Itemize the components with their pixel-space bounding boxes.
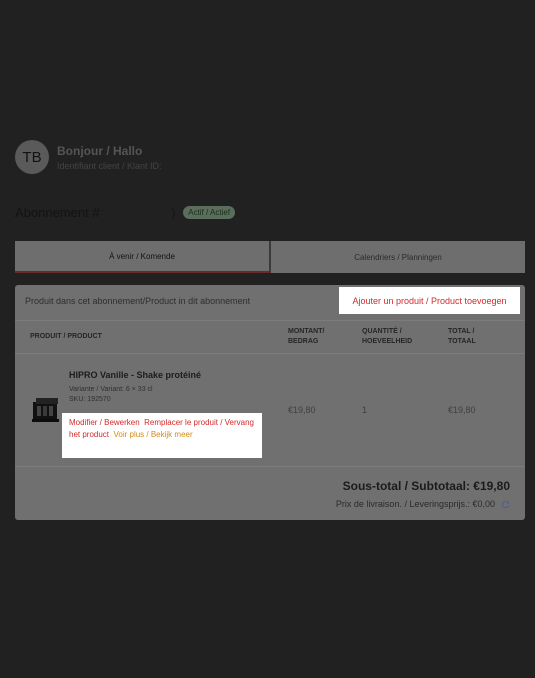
product-sku: SKU: 192570 <box>69 396 111 403</box>
subscription-number-paren: ) <box>171 206 176 219</box>
greeting-block: Bonjour / Hallo Identifiant client / Kla… <box>57 144 162 171</box>
product-name[interactable]: HIPRO Vanille - Shake protéiné <box>69 370 201 380</box>
tab-schedules[interactable]: Calendriers / Planningen <box>271 241 525 273</box>
tabs: À venir / Komende Calendriers / Planning… <box>15 241 525 273</box>
column-header-product: PRODUIT / PRODUCT <box>30 333 102 340</box>
tab-upcoming[interactable]: À venir / Komende <box>15 241 271 273</box>
divider <box>15 320 525 321</box>
column-header-amount: MONTANT/ BEDRAG <box>288 328 325 345</box>
user-header: TB Bonjour / Hallo Identifiant client / … <box>15 140 162 174</box>
see-more-link[interactable]: Voir plus / Bekijk meer <box>113 430 192 439</box>
subscription-card: Produit dans cet abonnement/Product in d… <box>15 285 525 520</box>
product-box-icon <box>32 398 59 422</box>
product-actions: Modifier / Bewerken Remplacer le produit… <box>62 413 262 458</box>
add-product-button[interactable]: Ajouter un produit / Product toevoegen <box>339 287 520 314</box>
delivery-price: Prix de livraison. / Leveringsprijs.: €0… <box>336 499 510 509</box>
subscription-row: Abonnement # ) Actif / Actief <box>15 205 236 220</box>
divider <box>15 353 525 354</box>
avatar: TB <box>15 140 49 174</box>
product-amount: €19,80 <box>288 405 316 415</box>
greeting: Bonjour / Hallo <box>57 143 143 158</box>
status-badge: Actif / Actief <box>183 206 236 219</box>
edit-product-link[interactable]: Modifier / Bewerken <box>69 418 140 427</box>
divider <box>15 466 525 467</box>
product-total: €19,80 <box>448 405 476 415</box>
card-heading: Produit dans cet abonnement/Product in d… <box>25 296 251 306</box>
refresh-icon[interactable] <box>501 500 510 509</box>
subscription-title: Abonnement # <box>15 205 100 220</box>
customer-id-label: Identifiant client / Klant ID: <box>57 160 162 171</box>
product-variant: Variante / Variant: 6 × 33 cl <box>69 386 153 393</box>
column-header-quantity: QUANTITÉ / HOEVEELHEID <box>362 328 413 345</box>
subtotal: Sous-total / Subtotaal: €19,80 <box>342 479 510 493</box>
column-header-total: TOTAL / TOTAAL <box>448 328 476 345</box>
delivery-price-label: Prix de livraison. / Leveringsprijs.: €0… <box>335 499 495 509</box>
product-quantity: 1 <box>362 405 368 415</box>
